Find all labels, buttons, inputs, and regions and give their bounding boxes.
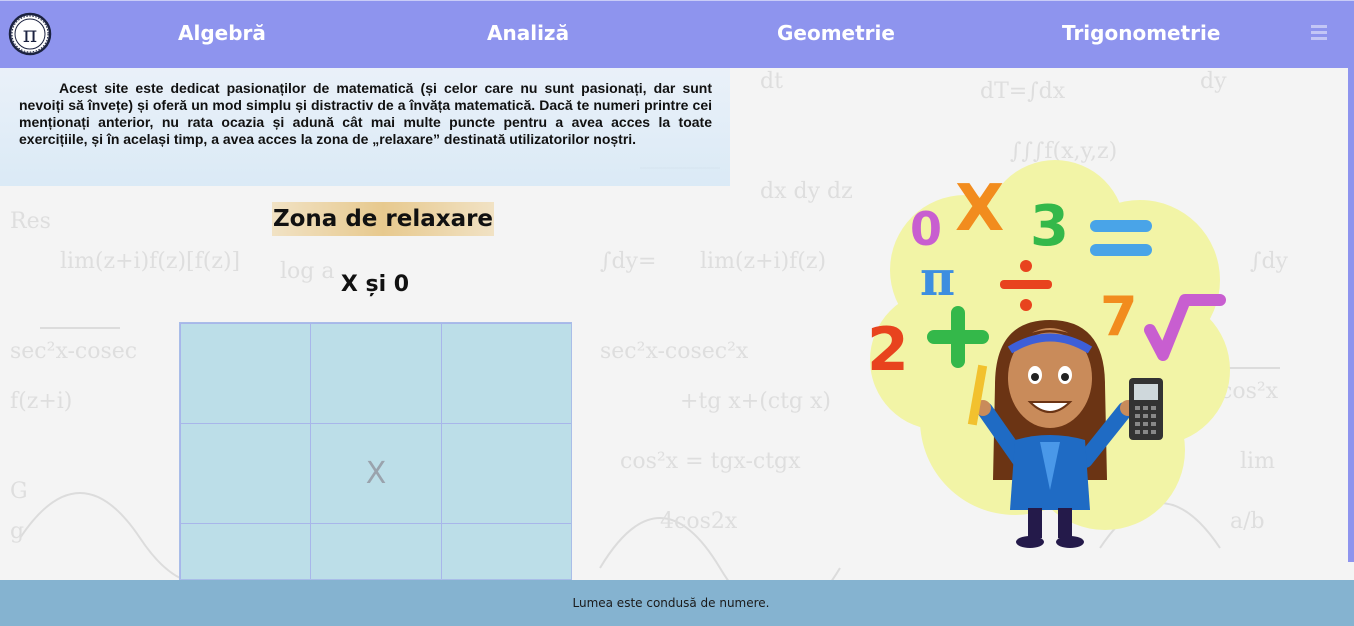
svg-text:cos²x = tgx-ctgx: cos²x = tgx-ctgx — [620, 449, 801, 474]
svg-text:sec²x-cosec: sec²x-cosec — [10, 339, 137, 364]
svg-text:Res: Res — [10, 209, 51, 234]
svg-text:lim(z+i)f(z)[f(z)]: lim(z+i)f(z)[f(z)] — [60, 249, 240, 274]
board-cell-8[interactable] — [310, 523, 442, 579]
svg-text:dy: dy — [1200, 69, 1227, 94]
svg-text:π: π — [23, 23, 37, 48]
board-cell-4[interactable] — [180, 423, 311, 524]
board-cell-9[interactable] — [441, 523, 571, 579]
nav-link-analiza[interactable]: Analiză — [487, 21, 569, 45]
footer-text: Lumea este condusă de numere. — [572, 596, 770, 610]
svg-text:lim(z+i)f(z): lim(z+i)f(z) — [700, 249, 826, 274]
svg-text:sec²x-cosec²x: sec²x-cosec²x — [600, 339, 749, 364]
nav-link-geometrie[interactable]: Geometrie — [777, 21, 895, 45]
svg-text:lim: lim — [1240, 449, 1275, 474]
svg-text:∫dy=: ∫dy= — [600, 249, 656, 274]
math-girl-illustration: 0 X 3 π 7 2 — [845, 160, 1245, 560]
svg-text:3: 3 — [1030, 194, 1069, 259]
tic-tac-toe-board: X — [179, 322, 572, 580]
svg-text:f(z+i): f(z+i) — [10, 389, 72, 414]
board-cell-5[interactable]: X — [310, 423, 442, 524]
top-navigation-bar: π Algebră Analiză Geometrie Trigonometri… — [0, 0, 1354, 68]
pi-logo-icon[interactable]: π — [8, 12, 52, 56]
hamburger-menu-icon[interactable] — [1311, 25, 1327, 41]
right-edge-strip — [1348, 68, 1354, 562]
tic-tac-toe-title: X și 0 — [340, 272, 410, 297]
nav-link-algebra[interactable]: Algebră — [178, 21, 266, 45]
board-cell-6[interactable] — [441, 423, 571, 524]
relax-zone-title: Zona de relaxare — [272, 202, 494, 236]
svg-text:dT=∫dx: dT=∫dx — [980, 79, 1066, 104]
svg-text:π: π — [920, 251, 955, 307]
intro-text: Acest site este dedicat pasionaților de … — [19, 80, 712, 147]
svg-text:∫dy: ∫dy — [1250, 249, 1289, 274]
svg-text:G: G — [10, 479, 28, 504]
svg-text:0: 0 — [910, 202, 942, 256]
intro-panel: Acest site este dedicat pasionaților de … — [0, 68, 730, 186]
board-cell-1[interactable] — [180, 323, 311, 424]
svg-text:dx dy dz: dx dy dz — [760, 179, 853, 204]
svg-text:4cos2x: 4cos2x — [660, 509, 738, 534]
svg-text:+tg x+(ctg x): +tg x+(ctg x) — [680, 389, 831, 414]
svg-text:2: 2 — [867, 315, 909, 385]
svg-text:g: g — [10, 519, 24, 544]
nav-link-trigonometrie[interactable]: Trigonometrie — [1062, 21, 1220, 45]
svg-text:dt: dt — [760, 69, 783, 94]
board-cell-2[interactable] — [310, 323, 442, 424]
svg-text:X: X — [955, 172, 1004, 246]
board-cell-7[interactable] — [180, 523, 311, 579]
board-cell-3[interactable] — [441, 323, 571, 424]
page-footer: Lumea este condusă de numere. — [0, 580, 1354, 626]
svg-text:7: 7 — [1100, 285, 1138, 348]
